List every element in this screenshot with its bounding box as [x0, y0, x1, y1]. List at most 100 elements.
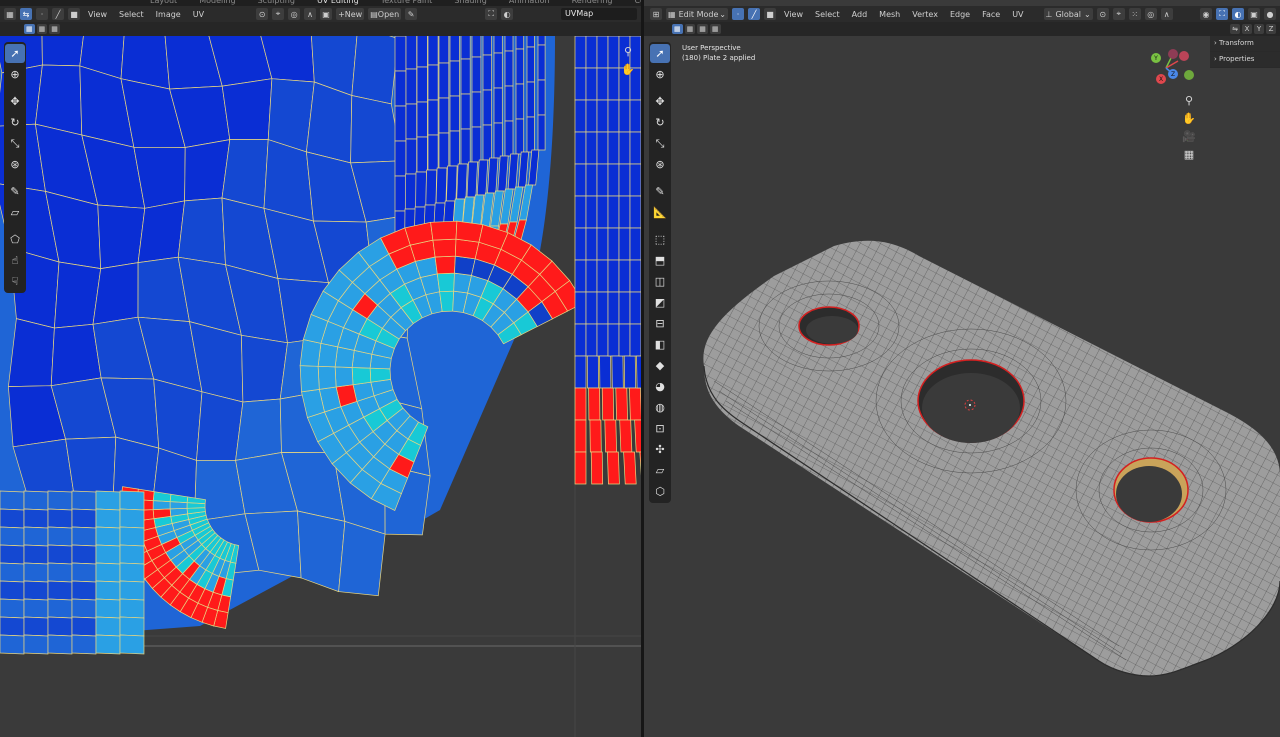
uv-face[interactable] [71, 562, 97, 583]
uv-face[interactable] [585, 227, 598, 261]
pan-hand-icon[interactable]: ✋ [620, 61, 636, 77]
uv-face[interactable] [596, 99, 609, 133]
mode-dropdown[interactable]: ▦ Edit Mode ⌄ [666, 8, 728, 20]
uv-face[interactable] [0, 508, 25, 529]
uv-face[interactable] [487, 157, 499, 194]
uv-face[interactable] [455, 220, 484, 243]
uv-face[interactable] [394, 105, 407, 142]
uv-face[interactable] [629, 387, 641, 421]
uv-face[interactable] [618, 259, 631, 293]
menu-add[interactable]: Add [848, 10, 872, 19]
uv-face[interactable] [71, 580, 97, 601]
uv-face[interactable] [471, 91, 482, 128]
uv-face[interactable] [599, 355, 612, 389]
uv-face[interactable] [596, 227, 609, 261]
uv-face[interactable] [574, 131, 587, 165]
uv-face[interactable] [590, 451, 604, 485]
uv-face[interactable] [97, 204, 146, 270]
zoom-icon[interactable]: ⚲ [1181, 92, 1197, 108]
uv-face[interactable] [221, 139, 269, 209]
uv-face[interactable] [607, 259, 620, 293]
uv-face[interactable] [23, 616, 49, 637]
uv-face[interactable] [425, 169, 438, 206]
uv-face[interactable] [427, 134, 439, 171]
uv-face[interactable] [71, 616, 97, 637]
gizmo-toggle-icon[interactable]: ⛶ [485, 8, 498, 20]
edge-select-icon[interactable]: ╱ [748, 8, 760, 20]
uv-face[interactable] [466, 161, 478, 198]
measure-tool-icon[interactable]: 📐 [650, 203, 670, 222]
uv-face[interactable] [482, 36, 492, 56]
uv-face[interactable] [47, 580, 73, 601]
uv-face[interactable] [405, 68, 418, 105]
uv-face[interactable] [586, 355, 599, 389]
uv-face[interactable] [405, 36, 418, 70]
scale-tool-icon[interactable]: ⤡ [5, 134, 25, 153]
uv-face[interactable] [607, 67, 620, 101]
uv-face[interactable] [369, 367, 391, 383]
uv-face[interactable] [460, 128, 471, 165]
uv-face[interactable] [596, 36, 609, 69]
shrink-fatten-tool-icon[interactable]: ✣ [650, 440, 670, 459]
uv-face[interactable] [460, 36, 471, 60]
uv-face[interactable] [235, 398, 282, 461]
uv-face[interactable] [0, 526, 25, 547]
ortho-grid-icon[interactable]: ▦ [1181, 146, 1197, 162]
uv-face[interactable] [596, 259, 609, 293]
uv-face[interactable] [619, 419, 633, 453]
pivot-icon[interactable]: ⊙ [1096, 8, 1109, 20]
uv-face[interactable] [221, 78, 273, 140]
uv-face[interactable] [482, 54, 492, 91]
uv-island-side[interactable] [574, 36, 641, 485]
uv-face[interactable] [618, 195, 631, 229]
uv-face[interactable] [618, 131, 631, 165]
pan-hand-icon[interactable]: ✋ [1181, 110, 1197, 126]
uv-face[interactable] [119, 580, 145, 601]
falloff-icon[interactable]: ∧ [1160, 8, 1173, 20]
uv-face[interactable] [504, 50, 514, 87]
uv-face[interactable] [23, 580, 49, 601]
uv-face[interactable] [0, 562, 25, 583]
uv-face[interactable] [415, 171, 427, 208]
uv-face[interactable] [95, 490, 121, 511]
uv-face[interactable] [0, 544, 25, 565]
uv-face[interactable] [623, 355, 637, 389]
uv-face[interactable] [585, 99, 598, 133]
uv-face[interactable] [482, 124, 492, 161]
uv-face[interactable] [71, 508, 97, 529]
uv-face[interactable] [607, 323, 620, 357]
sidebar-tab-properties[interactable]: › Properties [1210, 52, 1280, 68]
uv-face[interactable] [471, 36, 482, 58]
uv-face[interactable] [537, 79, 546, 116]
uv-face[interactable] [482, 89, 492, 126]
menu-select[interactable]: Select [115, 10, 148, 19]
uv-face[interactable] [95, 544, 121, 565]
poly-build-tool-icon[interactable]: ◆ [650, 356, 670, 375]
uv-face[interactable] [618, 291, 631, 325]
uv-face[interactable] [416, 101, 428, 138]
uv-face[interactable] [618, 227, 631, 261]
menu-uv[interactable]: UV [1008, 10, 1027, 19]
shear-tool-icon[interactable]: ▱ [650, 461, 670, 480]
uv-face[interactable] [526, 46, 535, 83]
uv-face[interactable] [0, 634, 25, 655]
uv-face[interactable] [50, 323, 102, 387]
uv-face[interactable] [23, 508, 49, 529]
select-tool-icon[interactable]: ➚ [5, 44, 25, 63]
uv-face[interactable] [435, 167, 448, 204]
uv-face[interactable] [71, 598, 97, 619]
uv-face[interactable] [334, 366, 354, 388]
axis-z-toggle[interactable]: Z [1266, 24, 1276, 34]
uv-face[interactable] [47, 526, 73, 547]
uv-face[interactable] [405, 138, 418, 175]
image-browse-icon[interactable]: ▣ [320, 8, 333, 20]
uv-face[interactable] [299, 365, 320, 393]
uv-face[interactable] [119, 544, 145, 565]
uv-face[interactable] [297, 510, 346, 593]
proportional-edit-icon[interactable]: ◎ [288, 8, 301, 20]
uv-face[interactable] [596, 131, 609, 165]
uv-face[interactable] [493, 36, 503, 54]
mesh-plate[interactable] [703, 240, 1280, 677]
new-image-button[interactable]: + New [336, 8, 365, 20]
bevel-tool-icon[interactable]: ◩ [650, 293, 670, 312]
